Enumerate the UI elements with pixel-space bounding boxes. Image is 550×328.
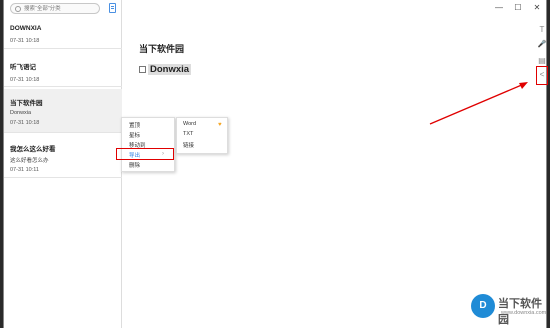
arrow-head	[519, 82, 528, 89]
annotation-arrow	[429, 82, 528, 125]
arrow-line	[429, 83, 525, 125]
